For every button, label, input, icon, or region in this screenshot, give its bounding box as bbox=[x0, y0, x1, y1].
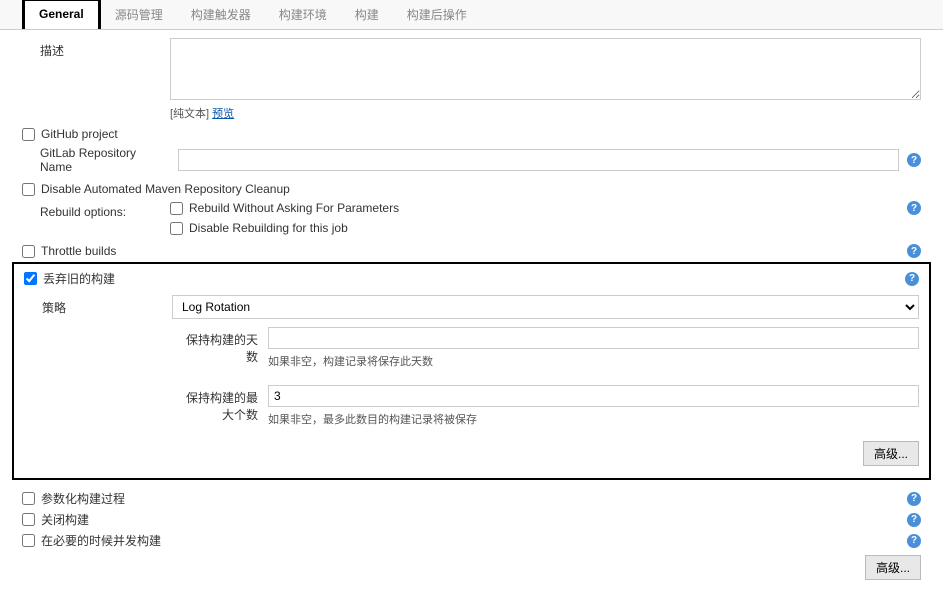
disable-build-checkbox[interactable] bbox=[22, 513, 35, 526]
tab-general[interactable]: General bbox=[22, 0, 101, 29]
help-icon[interactable]: ? bbox=[907, 153, 921, 167]
bottom-advanced-button[interactable]: 高级... bbox=[865, 555, 921, 580]
keep-max-input[interactable] bbox=[268, 385, 919, 407]
keep-max-label: 保持构建的最大个数 bbox=[182, 385, 268, 423]
gitlab-repo-label: GitLab Repository Name bbox=[40, 146, 170, 174]
keep-max-hint: 如果非空，最多此数目的构建记录将被保存 bbox=[268, 411, 919, 427]
discard-old-builds-label: 丢弃旧的构建 bbox=[43, 270, 115, 287]
concurrent-build-checkbox[interactable] bbox=[22, 534, 35, 547]
help-icon[interactable]: ? bbox=[907, 492, 921, 506]
rebuild-options-label: Rebuild options: bbox=[40, 201, 170, 219]
github-project-checkbox[interactable] bbox=[22, 128, 35, 141]
help-icon[interactable]: ? bbox=[907, 513, 921, 527]
keep-days-hint: 如果非空，构建记录将保存此天数 bbox=[268, 353, 919, 369]
strategy-label: 策略 bbox=[42, 295, 172, 316]
tab-triggers[interactable]: 构建触发器 bbox=[177, 0, 265, 29]
config-tabs: General 源码管理 构建触发器 构建环境 构建 构建后操作 bbox=[0, 0, 943, 30]
rebuild-no-ask-checkbox[interactable] bbox=[170, 202, 183, 215]
concurrent-build-label: 在必要的时候并发构建 bbox=[41, 532, 161, 549]
tab-scm[interactable]: 源码管理 bbox=[101, 0, 177, 29]
disable-maven-cleanup-checkbox[interactable] bbox=[22, 183, 35, 196]
discard-old-builds-section: 丢弃旧的构建 ? 策略 Log Rotation 保持构建的天数 如果非空，构建… bbox=[12, 262, 931, 480]
parameterized-build-label: 参数化构建过程 bbox=[41, 490, 125, 507]
general-panel: 描述 [纯文本] 预览 GitHub project GitLab Reposi… bbox=[0, 30, 943, 590]
discard-old-builds-checkbox[interactable] bbox=[24, 272, 37, 285]
help-icon[interactable]: ? bbox=[905, 272, 919, 286]
disable-rebuilding-checkbox[interactable] bbox=[170, 222, 183, 235]
tab-build-env[interactable]: 构建环境 bbox=[265, 0, 341, 29]
github-project-label: GitHub project bbox=[41, 127, 118, 141]
help-icon[interactable]: ? bbox=[907, 244, 921, 258]
description-label: 描述 bbox=[40, 38, 170, 59]
tab-build[interactable]: 构建 bbox=[341, 0, 393, 29]
disable-rebuilding-label: Disable Rebuilding for this job bbox=[189, 221, 348, 235]
discard-advanced-button[interactable]: 高级... bbox=[863, 441, 919, 466]
rebuild-no-ask-label: Rebuild Without Asking For Parameters bbox=[189, 201, 399, 215]
parameterized-build-checkbox[interactable] bbox=[22, 492, 35, 505]
tab-post-build[interactable]: 构建后操作 bbox=[393, 0, 481, 29]
strategy-select[interactable]: Log Rotation bbox=[172, 295, 919, 319]
throttle-builds-label: Throttle builds bbox=[41, 244, 116, 258]
throttle-builds-checkbox[interactable] bbox=[22, 245, 35, 258]
disable-maven-cleanup-label: Disable Automated Maven Repository Clean… bbox=[41, 182, 290, 196]
keep-days-label: 保持构建的天数 bbox=[182, 327, 268, 365]
help-icon[interactable]: ? bbox=[907, 534, 921, 548]
description-format-note: [纯文本] 预览 bbox=[170, 105, 921, 121]
keep-days-input[interactable] bbox=[268, 327, 919, 349]
description-textarea[interactable] bbox=[170, 38, 921, 100]
disable-build-label: 关闭构建 bbox=[41, 511, 89, 528]
gitlab-repo-input[interactable] bbox=[178, 149, 899, 171]
preview-link[interactable]: 预览 bbox=[212, 108, 234, 120]
help-icon[interactable]: ? bbox=[907, 201, 921, 215]
plaintext-label: [纯文本] bbox=[170, 108, 212, 120]
